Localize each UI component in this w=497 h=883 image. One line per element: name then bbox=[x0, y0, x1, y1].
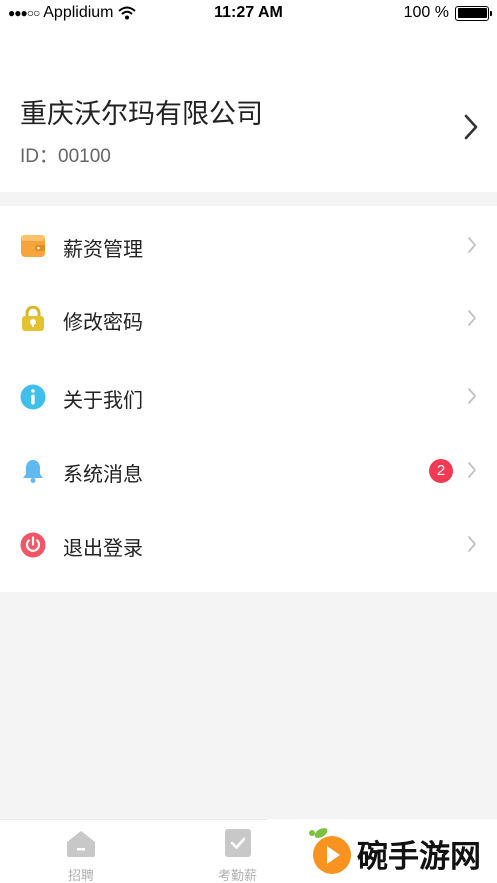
power-icon bbox=[20, 532, 46, 558]
menu-item-salary[interactable]: 薪资管理 bbox=[0, 218, 497, 274]
checklist-icon bbox=[224, 829, 251, 857]
tab-bar: 招聘 考勤薪 碗手游网 bbox=[0, 819, 497, 883]
menu-item-about-us[interactable]: 关于我们 bbox=[0, 369, 497, 425]
chevron-right-icon bbox=[468, 536, 476, 552]
chevron-right-icon bbox=[468, 237, 476, 253]
bell-icon bbox=[23, 460, 43, 483]
profile-header[interactable]: 重庆沃尔玛有限公司 ID：00100 bbox=[0, 26, 497, 192]
menu-item-label: 退出登录 bbox=[63, 538, 143, 560]
battery-icon bbox=[455, 5, 492, 21]
tab-label: 考勤薪 bbox=[218, 868, 258, 883]
menu-item-system-messages[interactable]: 系统消息 2 bbox=[0, 443, 497, 499]
chevron-right-icon bbox=[468, 310, 476, 326]
company-id: ID：00100 bbox=[20, 146, 111, 167]
menu-item-label: 系统消息 bbox=[63, 464, 143, 486]
unread-badge: 2 bbox=[429, 459, 453, 483]
chevron-right-icon bbox=[468, 462, 476, 478]
watermark: 碗手游网 bbox=[267, 819, 497, 883]
chevron-right-icon bbox=[468, 388, 476, 404]
battery-percent: 100 % bbox=[403, 4, 449, 21]
tab-recruit[interactable]: 招聘 bbox=[64, 828, 98, 883]
menu-item-label: 修改密码 bbox=[63, 312, 143, 334]
settings-menu: 薪资管理 修改密码 关于我们 系统消息 2 退出登录 bbox=[0, 206, 497, 592]
status-right: 100 % bbox=[403, 4, 492, 22]
chevron-right-icon[interactable] bbox=[463, 114, 479, 140]
watermark-text: 碗手游网 bbox=[357, 839, 481, 875]
company-name: 重庆沃尔玛有限公司 bbox=[20, 99, 263, 129]
menu-item-logout[interactable]: 退出登录 bbox=[0, 517, 497, 573]
info-icon bbox=[20, 384, 46, 410]
home-icon bbox=[67, 831, 95, 857]
tab-attendance[interactable]: 考勤薪 bbox=[218, 828, 257, 883]
menu-item-change-password[interactable]: 修改密码 bbox=[0, 291, 497, 347]
status-bar: ●●●○○ Applidium 11:27 AM 100 % bbox=[0, 0, 497, 26]
watermark-logo-icon bbox=[309, 828, 351, 874]
menu-item-label: 薪资管理 bbox=[63, 239, 143, 261]
menu-item-label: 关于我们 bbox=[63, 390, 143, 412]
lock-icon bbox=[22, 306, 44, 331]
wallet-icon bbox=[21, 235, 45, 257]
tab-label: 招聘 bbox=[67, 868, 94, 883]
